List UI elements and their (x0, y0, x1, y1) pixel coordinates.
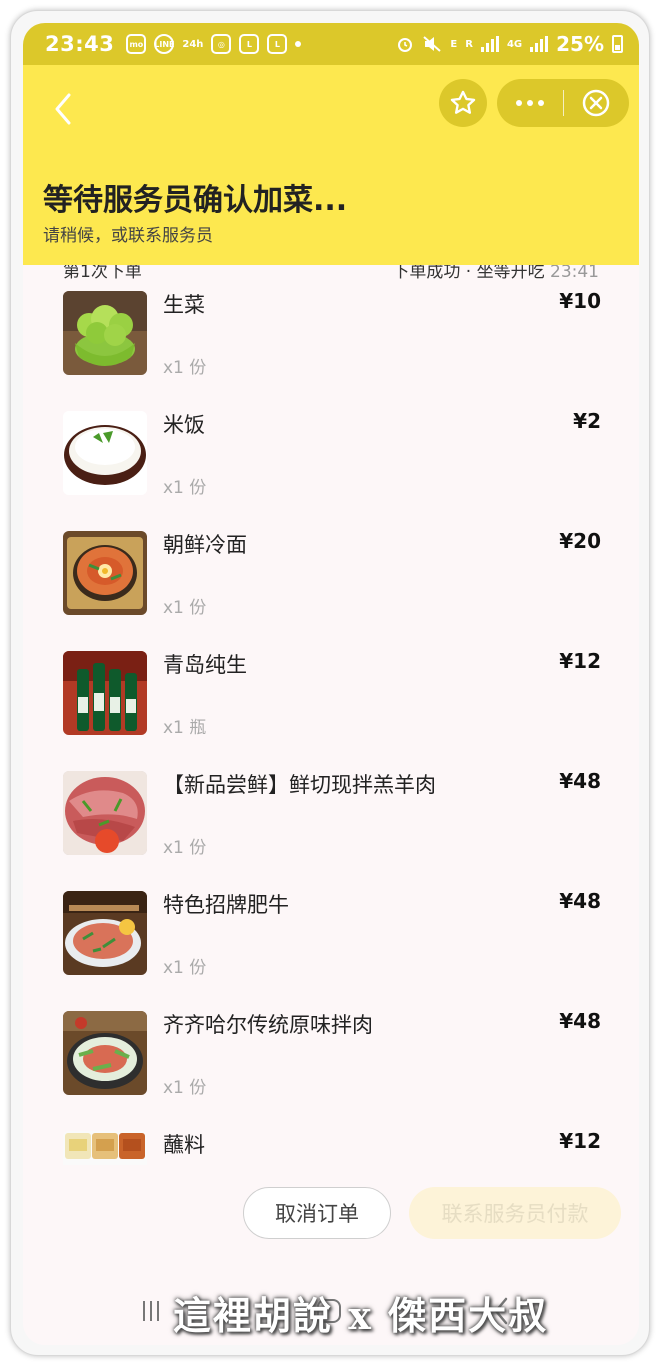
lettuce-image (63, 291, 147, 375)
order-batch-status: 下单成功 · 坐等开吃 (392, 265, 545, 282)
item-quantity: x1 份 (163, 598, 207, 618)
cold-noodles-image (63, 531, 147, 615)
item-price: ¥48 (559, 769, 601, 793)
network-r-badge: R (465, 38, 473, 50)
item-price: ¥48 (559, 889, 601, 913)
item-name: 朝鲜冷面 (163, 533, 247, 557)
battery-icon (612, 35, 623, 53)
recent-line-icon (150, 1301, 152, 1321)
item-name: 特色招牌肥牛 (163, 893, 289, 917)
favorite-button[interactable] (439, 79, 487, 127)
line-icon: LINE (154, 34, 174, 54)
item-price: ¥10 (559, 289, 601, 313)
item-name: 齐齐哈尔传统原味拌肉 (163, 1013, 373, 1037)
screen: 23:43 mo LINE 24h ◎ L L E R 4G 25% 等待服务员… (23, 23, 639, 1345)
recent-line-icon (143, 1301, 145, 1321)
chevron-left-icon (55, 93, 71, 125)
battery-percent: 25% (556, 32, 604, 56)
item-name: 青岛纯生 (163, 653, 247, 677)
network-4g-badge: 4G (506, 38, 523, 50)
item-name: 蘸料 (163, 1133, 205, 1157)
item-quantity: x1 份 (163, 838, 207, 858)
item-quantity: x1 份 (163, 478, 207, 498)
list-item[interactable]: 蘸料 ¥12 (63, 1129, 603, 1165)
list-item[interactable]: 朝鲜冷面 x1 份 ¥20 (63, 529, 603, 619)
mute-icon (423, 36, 442, 52)
contact-waiter-pay-button[interactable]: 联系服务员付款 (409, 1187, 621, 1239)
page-title: 等待服务员确认加菜... (43, 183, 348, 218)
order-batch-label: 第1次下单 (63, 265, 142, 282)
action-bar: 取消订单 联系服务员付款 (23, 1165, 639, 1255)
system-icons: E R 4G 25% (396, 32, 623, 56)
alarm-icon (398, 38, 413, 52)
list-item[interactable]: 齐齐哈尔传统原味拌肉 x1 份 ¥48 (63, 1009, 603, 1099)
24h-icon: 24h (182, 38, 204, 50)
sauce-image (63, 1131, 147, 1165)
item-price: ¥48 (559, 1009, 601, 1033)
phone-frame: 23:43 mo LINE 24h ◎ L L E R 4G 25% 等待服务员… (10, 10, 650, 1356)
system-nav-bar: 這裡胡說 x 傑西大叔 (23, 1255, 639, 1345)
line-l-icon: L (239, 34, 260, 54)
page-subtitle: 请稍候，或联系服务员 (43, 226, 213, 246)
item-name: 米饭 (163, 413, 205, 437)
beef-image (63, 891, 147, 975)
header: 等待服务员确认加菜... 请稍候，或联系服务员 (23, 65, 639, 265)
item-name: 【新品尝鲜】鲜切现拌羔羊肉 (163, 773, 436, 797)
list-item[interactable]: 青岛纯生 x1 瓶 ¥12 (63, 649, 603, 739)
notification-icons: mo LINE 24h ◎ L L (126, 34, 302, 54)
signal-icon (530, 36, 549, 52)
item-quantity: x1 瓶 (163, 718, 207, 738)
order-item-list[interactable]: 第1次下单 下单成功 · 坐等开吃 23:41 生菜 x1 份 ¥10 米饭 x… (23, 265, 639, 1165)
more-notifications-dot-icon (295, 41, 302, 47)
more-dot-icon (527, 100, 533, 106)
close-circle-icon (582, 89, 610, 117)
list-item[interactable]: 【新品尝鲜】鲜切现拌羔羊肉 x1 份 ¥48 (63, 769, 603, 859)
order-batch-time: 23:41 (550, 265, 599, 282)
more-dot-icon (538, 100, 544, 106)
mo-icon: mo (126, 34, 147, 54)
item-price: ¥20 (559, 529, 601, 553)
item-name: 生菜 (163, 293, 205, 317)
item-quantity: x1 份 (163, 358, 207, 378)
cancel-order-button[interactable]: 取消订单 (243, 1187, 391, 1239)
more-button[interactable] (497, 79, 563, 127)
watermark-text: 這裡胡說 x 傑西大叔 (173, 1293, 549, 1338)
item-quantity: x1 份 (163, 958, 207, 978)
signal-icon (480, 36, 499, 52)
recent-apps-button[interactable] (143, 1301, 159, 1321)
line-l-icon: L (267, 34, 288, 54)
instagram-icon: ◎ (211, 34, 232, 54)
close-button[interactable] (564, 79, 628, 127)
miniapp-capsule (497, 79, 629, 127)
rice-image (63, 411, 147, 495)
list-item[interactable]: 米饭 x1 份 ¥2 (63, 409, 603, 499)
order-batch-header: 第1次下单 下单成功 · 坐等开吃 23:41 (63, 265, 599, 282)
more-dot-icon (516, 100, 522, 106)
list-item[interactable]: 特色招牌肥牛 x1 份 ¥48 (63, 889, 603, 979)
mixed-meat-image (63, 1011, 147, 1095)
status-time: 23:43 (45, 32, 115, 56)
list-item[interactable]: 生菜 x1 份 ¥10 (63, 289, 603, 379)
network-e-badge: E (450, 38, 458, 50)
item-price: ¥12 (559, 649, 601, 673)
status-bar: 23:43 mo LINE 24h ◎ L L E R 4G 25% (23, 23, 639, 65)
item-price: ¥2 (573, 409, 601, 433)
star-icon (450, 90, 476, 114)
back-button[interactable] (41, 87, 85, 131)
lamb-image (63, 771, 147, 855)
item-quantity: x1 份 (163, 1078, 207, 1098)
item-price: ¥12 (559, 1129, 601, 1153)
beer-image (63, 651, 147, 735)
recent-line-icon (157, 1301, 159, 1321)
